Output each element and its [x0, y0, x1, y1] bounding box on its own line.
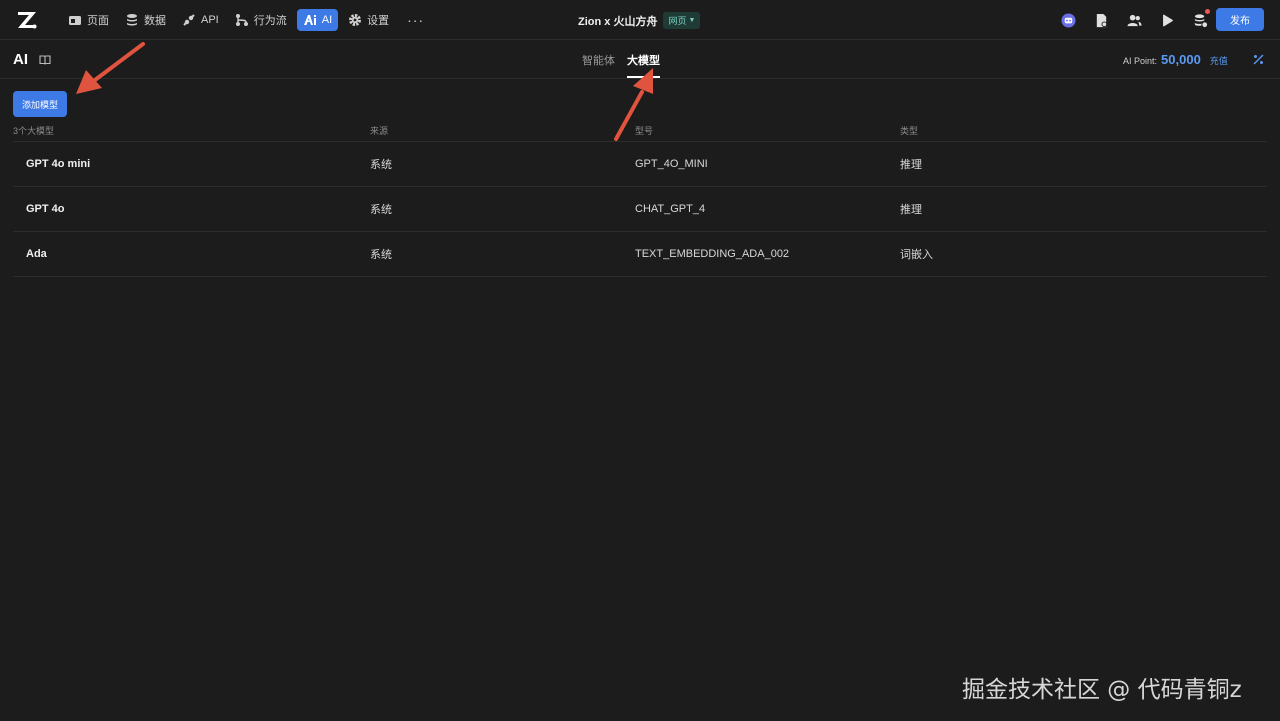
nav-item-api[interactable]: API [176, 9, 225, 31]
model-type: 推理 [900, 159, 922, 171]
more-menu-button[interactable]: ··· [399, 12, 432, 28]
database-gear-icon [1194, 13, 1207, 27]
model-name: Ada [26, 248, 47, 260]
file-settings-button[interactable] [1091, 10, 1111, 30]
table-row[interactable]: Ada 系统 TEXT_EMBEDDING_ADA_002 词嵌入 [13, 232, 1267, 277]
users-icon [1126, 14, 1142, 26]
column-header-source: 来源 [370, 126, 389, 136]
tab-agents[interactable]: 智能体 [582, 52, 615, 78]
nav-item-settings[interactable]: 设置 [342, 9, 395, 31]
model-id: GPT_4O_MINI [635, 158, 708, 170]
top-bar: 页面 数据 API 行为流 AI 设置 ··· Zion x 火山方舟 网页 ▼ [0, 0, 1280, 40]
nav-label: AI [321, 14, 333, 26]
file-gear-icon [1096, 13, 1107, 27]
ai-point-label: AI Point: [1123, 56, 1158, 66]
model-type: 推理 [900, 204, 922, 216]
nav-label: 页面 [87, 15, 109, 27]
nav-item-pages[interactable]: 页面 [62, 9, 115, 31]
nav-label: 行为流 [253, 15, 287, 27]
play-icon [1162, 14, 1173, 26]
sub-header: AI 智能体 大模型 AI Point: 50,000 充值 [0, 40, 1280, 79]
add-model-button[interactable]: 添加模型 [13, 91, 67, 117]
page-title: AI [13, 51, 28, 68]
env-badge-label: 网页 [668, 16, 687, 26]
tab-llm[interactable]: 大模型 [627, 52, 660, 78]
preview-button[interactable] [1157, 10, 1177, 30]
recharge-link[interactable]: 充值 [1210, 54, 1228, 67]
annotation-arrows [76, 42, 653, 141]
publish-button[interactable]: 发布 [1216, 8, 1264, 31]
percent-icon[interactable] [1253, 54, 1264, 65]
collaborators-button[interactable] [1124, 10, 1144, 30]
table-header: 3个大模型 来源 型号 类型 [13, 120, 1267, 142]
model-source: 系统 [370, 204, 392, 216]
table-row[interactable]: GPT 4o 系统 CHAT_GPT_4 推理 [13, 187, 1267, 232]
top-actions [1058, 9, 1223, 30]
watermark: 掘金技术社区 @ 代码青铜z [962, 677, 1242, 703]
nav-label: 数据 [144, 15, 166, 27]
model-id: TEXT_EMBEDDING_ADA_002 [635, 248, 790, 260]
bot-icon [1060, 12, 1076, 28]
model-type: 词嵌入 [900, 249, 933, 261]
assistant-button[interactable] [1058, 10, 1078, 30]
notification-dot [1205, 9, 1210, 14]
model-table: 3个大模型 来源 型号 类型 GPT 4o mini 系统 GPT_4O_MIN… [13, 120, 1267, 277]
model-source: 系统 [370, 159, 392, 171]
column-header-model: 型号 [635, 126, 654, 136]
nav-item-data[interactable]: 数据 [119, 9, 172, 31]
nav-label: 设置 [367, 15, 390, 27]
api-icon [183, 14, 195, 26]
nav-label: API [201, 14, 219, 26]
caret-down-icon: ▼ [688, 17, 696, 24]
column-header-type: 类型 [900, 126, 919, 136]
project-selector[interactable]: Zion x 火山方舟 网页 ▼ [578, 12, 701, 29]
gear-icon [349, 14, 362, 26]
book-icon[interactable] [39, 54, 51, 66]
column-header-count: 3个大模型 [13, 126, 55, 136]
project-name: Zion x 火山方舟 [578, 15, 658, 28]
main-nav: 页面 数据 API 行为流 AI 设置 ··· [62, 9, 432, 31]
ai-tabs: 智能体 大模型 [582, 52, 672, 78]
nav-item-flow[interactable]: 行为流 [229, 9, 293, 31]
page-icon [69, 16, 81, 25]
table-row[interactable]: GPT 4o mini 系统 GPT_4O_MINI 推理 [13, 142, 1267, 187]
flow-icon [235, 14, 248, 26]
model-source: 系统 [370, 249, 392, 261]
ai-point-value: 50,000 [1161, 52, 1201, 67]
model-name: GPT 4o mini [26, 158, 91, 170]
model-name: GPT 4o [26, 203, 65, 215]
database-icon [127, 14, 137, 26]
nav-item-ai[interactable]: AI [296, 9, 339, 31]
zion-logo-icon[interactable] [16, 9, 38, 31]
deploy-status-button[interactable] [1190, 9, 1210, 30]
ai-icon [303, 15, 316, 25]
env-badge[interactable]: 网页 ▼ [663, 12, 701, 29]
ai-point-info: AI Point: 50,000 充值 [1123, 52, 1228, 67]
model-id: CHAT_GPT_4 [635, 203, 706, 215]
